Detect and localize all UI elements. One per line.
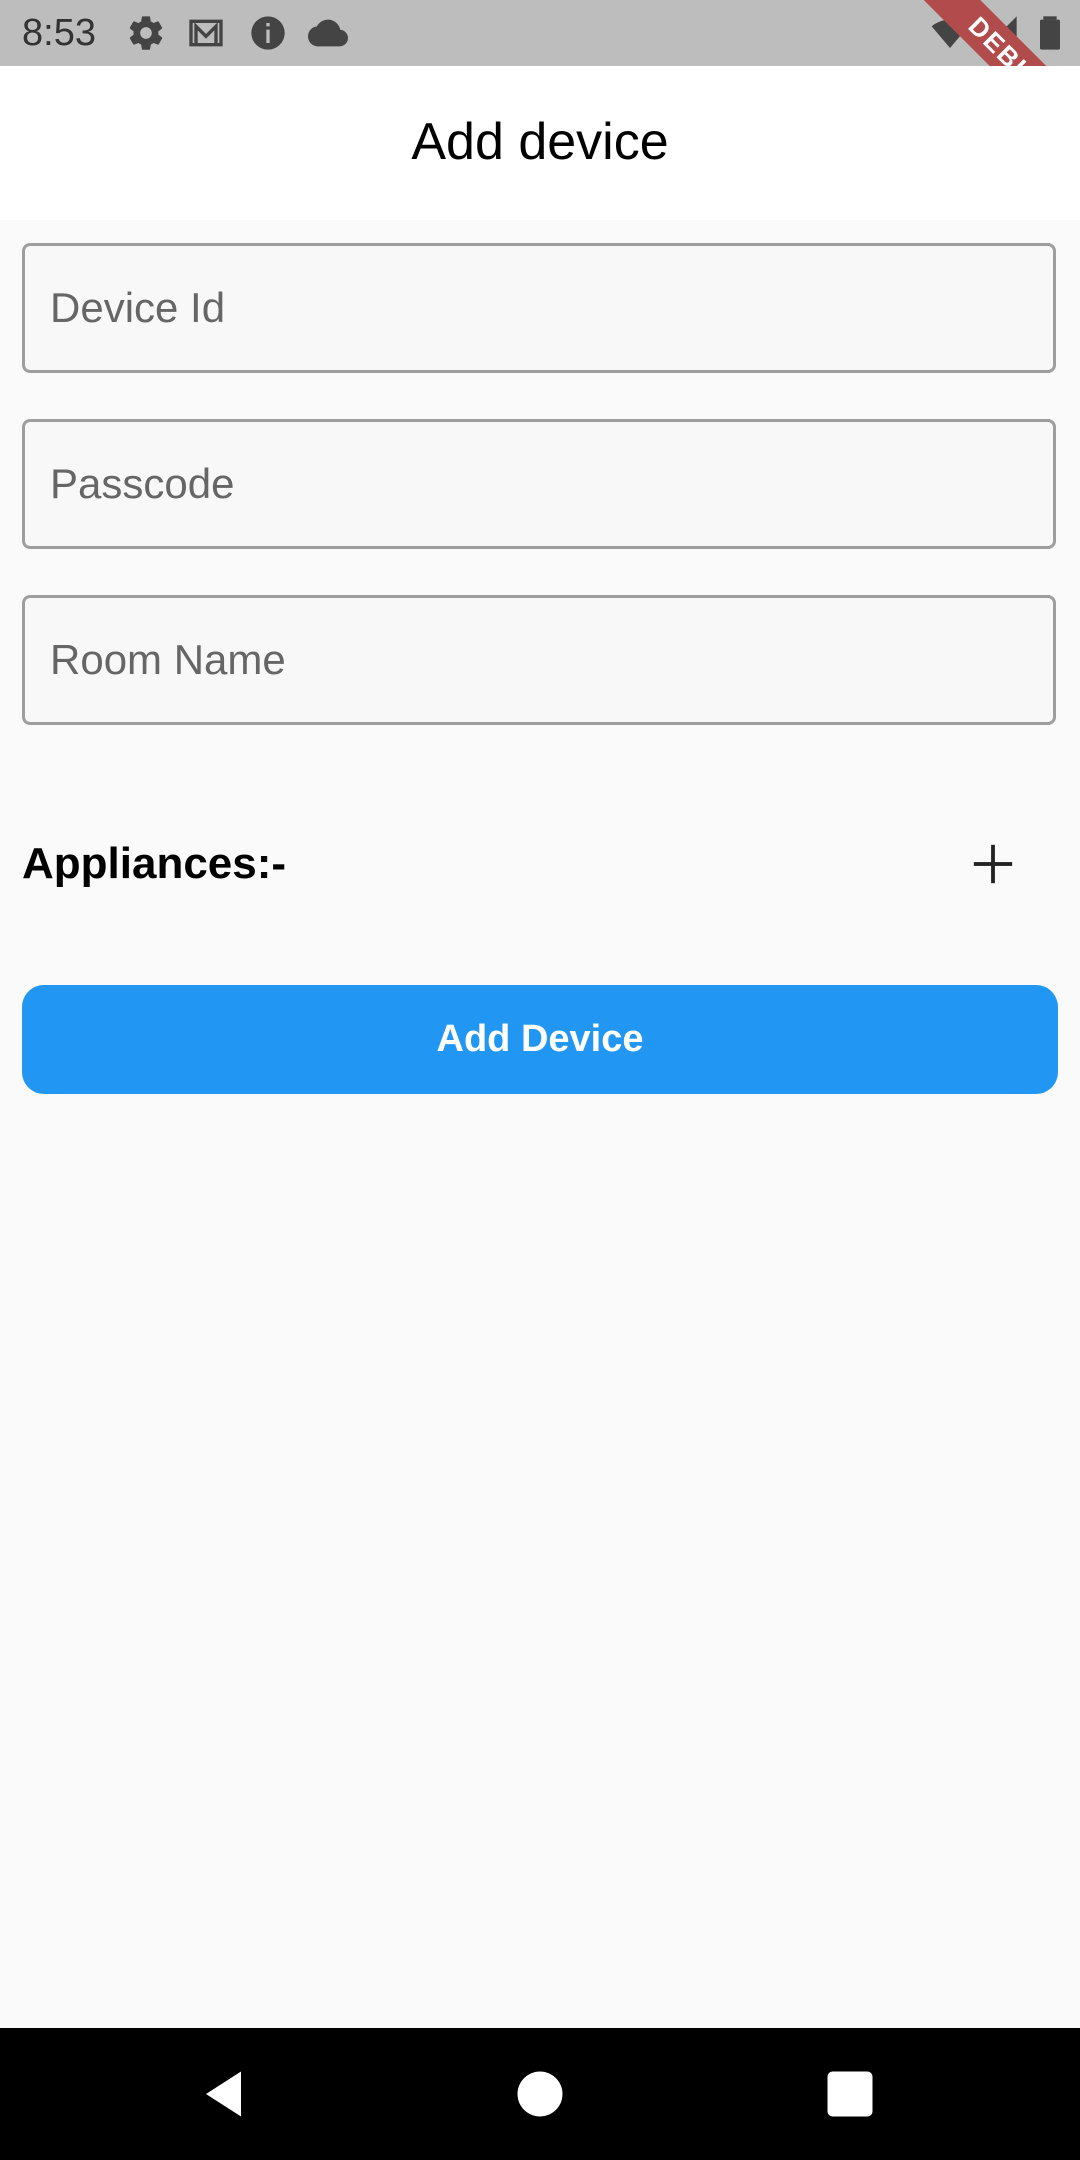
- navigation-bar: [0, 2028, 1080, 2160]
- battery-icon: [1030, 13, 1070, 53]
- page-title: Add device: [411, 113, 669, 171]
- passcode-input[interactable]: [50, 422, 1030, 546]
- cloud-icon: [308, 13, 348, 53]
- device-id-input[interactable]: [50, 246, 1030, 370]
- status-time: 8:53: [22, 12, 96, 54]
- room-name-field[interactable]: [22, 595, 1056, 725]
- room-name-input[interactable]: [50, 598, 1030, 722]
- gear-icon: [126, 13, 166, 53]
- home-button[interactable]: [510, 2064, 570, 2124]
- recents-icon: [827, 2071, 873, 2117]
- add-device-button[interactable]: Add Device: [22, 985, 1058, 1094]
- recents-button[interactable]: [820, 2064, 880, 2124]
- info-icon: [248, 13, 288, 53]
- device-id-field[interactable]: [22, 243, 1056, 373]
- appliances-label: Appliances:-: [22, 839, 287, 888]
- back-button[interactable]: [196, 2064, 256, 2124]
- home-icon: [517, 2071, 563, 2117]
- app-bar: Add device: [0, 66, 1080, 220]
- add-appliance-button[interactable]: [955, 826, 1031, 902]
- plus-icon: [973, 844, 1013, 884]
- status-bar: 8:53 DEBUG: [0, 0, 1080, 66]
- back-icon: [206, 2071, 241, 2117]
- gmail-icon: [186, 13, 226, 53]
- passcode-field[interactable]: [22, 419, 1056, 549]
